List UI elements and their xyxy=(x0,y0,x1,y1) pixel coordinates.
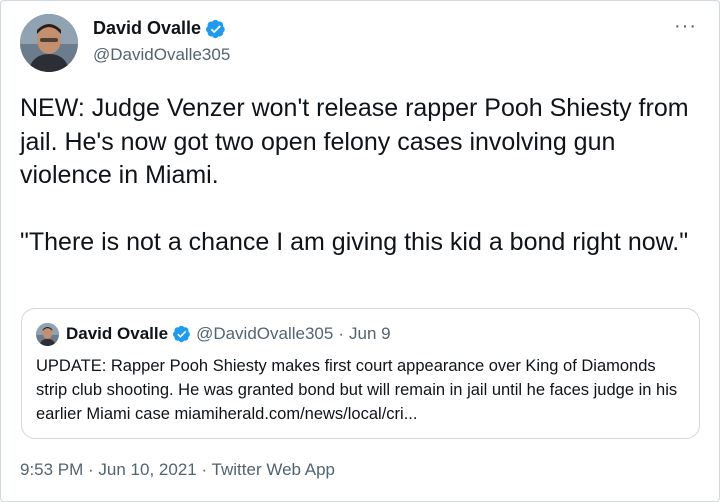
tweet-meta: 9:53 PM · Jun 10, 2021 · Twitter Web App xyxy=(20,460,335,480)
more-options-icon[interactable]: ··· xyxy=(674,15,697,38)
quoted-tweet-date[interactable]: Jun 9 xyxy=(349,324,391,344)
tweet-source[interactable]: Twitter Web App xyxy=(212,460,335,479)
tweet-card: David Ovalle @DavidOvalle305 ··· NEW: Ju… xyxy=(0,0,720,502)
author-name[interactable]: David Ovalle xyxy=(93,18,201,39)
quoted-author-handle: @DavidOvalle305 xyxy=(196,324,334,343)
tweet-text: NEW: Judge Venzer won't release rapper P… xyxy=(20,92,710,259)
quoted-author-avatar xyxy=(36,323,59,346)
separator-dot: · xyxy=(338,324,345,343)
verified-badge-icon xyxy=(173,325,190,343)
quoted-tweet-text: UPDATE: Rapper Pooh Shiesty makes first … xyxy=(36,357,678,423)
tweet-paragraph: "There is not a chance I am giving this … xyxy=(20,227,689,256)
separator-dot: · xyxy=(196,460,212,479)
quoted-tweet[interactable]: David Ovalle @DavidOvalle305 · Jun 9 UPD… xyxy=(21,308,700,439)
quoted-tweet-header: David Ovalle @DavidOvalle305 · Jun 9 xyxy=(66,324,391,344)
author-avatar[interactable] xyxy=(20,14,78,72)
separator-dot: · xyxy=(83,460,99,479)
tweet-time[interactable]: 9:53 PM xyxy=(20,460,83,479)
verified-badge-icon xyxy=(206,19,225,38)
tweet-date[interactable]: Jun 10, 2021 xyxy=(98,460,196,479)
profile-photo-icon xyxy=(20,14,78,72)
author-name-row: David Ovalle xyxy=(93,18,226,39)
quoted-author-name: David Ovalle xyxy=(66,324,169,343)
tweet-paragraph: NEW: Judge Venzer won't release rapper P… xyxy=(20,94,689,189)
author-handle[interactable]: @DavidOvalle305 xyxy=(93,45,230,65)
profile-photo-icon xyxy=(36,323,59,346)
